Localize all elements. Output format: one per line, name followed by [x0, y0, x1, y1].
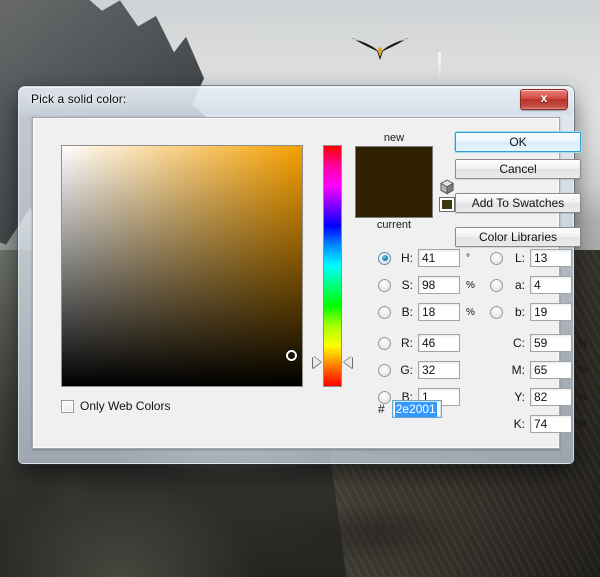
input-b-brightness[interactable]: 18 [418, 303, 460, 321]
unit-k: % [578, 418, 587, 430]
hex-input[interactable]: 2e2001 [391, 400, 442, 418]
label-c: C: [513, 336, 525, 350]
radio-b-lab[interactable] [490, 305, 503, 319]
out-of-gamut-cube-icon[interactable] [439, 179, 455, 195]
input-s[interactable]: 98 [418, 276, 460, 294]
label-a: a: [514, 278, 525, 292]
cancel-button[interactable]: Cancel [455, 159, 581, 179]
wallpaper-foreground-blur [250, 495, 510, 577]
radio-l[interactable] [490, 251, 503, 265]
field-row-r: R: 46 [378, 333, 460, 353]
label-m: M: [511, 363, 525, 377]
label-k: K: [513, 417, 525, 431]
color-picker-dialog: Pick a solid color: x new current OK Can… [18, 86, 587, 464]
input-c[interactable]: 59 [530, 334, 572, 352]
hue-slider[interactable] [313, 145, 352, 387]
new-color-label: new [383, 132, 405, 144]
unit-b-brightness: % [466, 306, 475, 318]
radio-a[interactable] [490, 278, 503, 292]
hex-field-row: # 2e2001 [378, 400, 442, 418]
close-button[interactable]: x [520, 89, 568, 110]
in-gamut-color-swatch[interactable] [439, 197, 455, 212]
hex-hash-label: # [378, 402, 385, 416]
field-row-h: H: 41 ° [378, 248, 470, 268]
label-y: Y: [514, 390, 525, 404]
input-h[interactable]: 41 [418, 249, 460, 267]
only-web-colors-checkbox[interactable]: Only Web Colors [61, 399, 170, 413]
radio-s[interactable] [378, 278, 391, 292]
unit-y: % [578, 391, 587, 403]
sb-black-gradient [62, 146, 302, 386]
color-libraries-button[interactable]: Color Libraries [455, 227, 581, 247]
unit-s: % [466, 279, 475, 291]
field-row-b-brightness: B: 18 % [378, 302, 475, 322]
bird-icon [352, 38, 408, 60]
saturation-brightness-field[interactable] [61, 145, 303, 387]
input-a[interactable]: 4 [530, 276, 572, 294]
field-row-c: C: 59 % [490, 333, 587, 353]
input-b-lab[interactable]: 19 [530, 303, 572, 321]
input-g[interactable]: 32 [418, 361, 460, 379]
radio-h[interactable] [378, 251, 391, 265]
input-r[interactable]: 46 [418, 334, 460, 352]
dialog-titlebar[interactable]: Pick a solid color: x [19, 87, 573, 115]
wallpaper-antenna [438, 52, 441, 90]
color-preview: new current [355, 132, 433, 232]
field-row-s: S: 98 % [378, 275, 475, 295]
field-row-b-lab: b: 19 [490, 302, 572, 322]
close-icon: x [540, 91, 548, 105]
dialog-title: Pick a solid color: [31, 92, 127, 106]
unit-m: % [578, 364, 587, 376]
label-b-lab: b: [514, 305, 525, 319]
label-h: H: [401, 251, 413, 265]
input-m[interactable]: 65 [530, 361, 572, 379]
hue-slider-arrow-right-icon[interactable] [344, 356, 352, 368]
field-row-m: M: 65 % [490, 360, 587, 380]
checkbox-box[interactable] [61, 399, 74, 413]
radio-r[interactable] [378, 336, 391, 350]
color-field-marker[interactable] [286, 350, 297, 361]
label-s: S: [401, 278, 413, 292]
field-row-a: a: 4 [490, 275, 572, 295]
unit-c: % [578, 337, 587, 349]
current-color-swatch[interactable] [356, 182, 432, 217]
ok-button[interactable]: OK [455, 132, 581, 152]
hue-slider-arrow-left-icon[interactable] [313, 356, 321, 368]
current-color-label: current [376, 219, 412, 231]
hex-value: 2e2001 [394, 401, 437, 417]
label-b-brightness: B: [401, 305, 413, 319]
input-l[interactable]: 13 [530, 249, 572, 267]
only-web-colors-label: Only Web Colors [80, 399, 171, 413]
input-y[interactable]: 82 [530, 388, 572, 406]
color-preview-box[interactable] [355, 146, 433, 218]
hue-slider-strip[interactable] [323, 145, 342, 387]
field-row-g: G: 32 [378, 360, 460, 380]
new-color-swatch[interactable] [356, 147, 432, 182]
dialog-client-area: new current OK Cancel Add To Swatches Co… [32, 117, 587, 449]
input-k[interactable]: 74 [530, 415, 572, 433]
unit-h: ° [466, 252, 470, 264]
radio-g[interactable] [378, 363, 391, 377]
field-row-k: K: 74 % [490, 414, 587, 434]
label-r: R: [401, 336, 413, 350]
label-g: G: [400, 363, 413, 377]
field-row-l: L: 13 [490, 248, 572, 268]
radio-b-brightness[interactable] [378, 305, 391, 319]
add-to-swatches-button[interactable]: Add To Swatches [455, 193, 581, 213]
field-row-y: Y: 82 % [490, 387, 587, 407]
label-l: L: [514, 251, 525, 265]
